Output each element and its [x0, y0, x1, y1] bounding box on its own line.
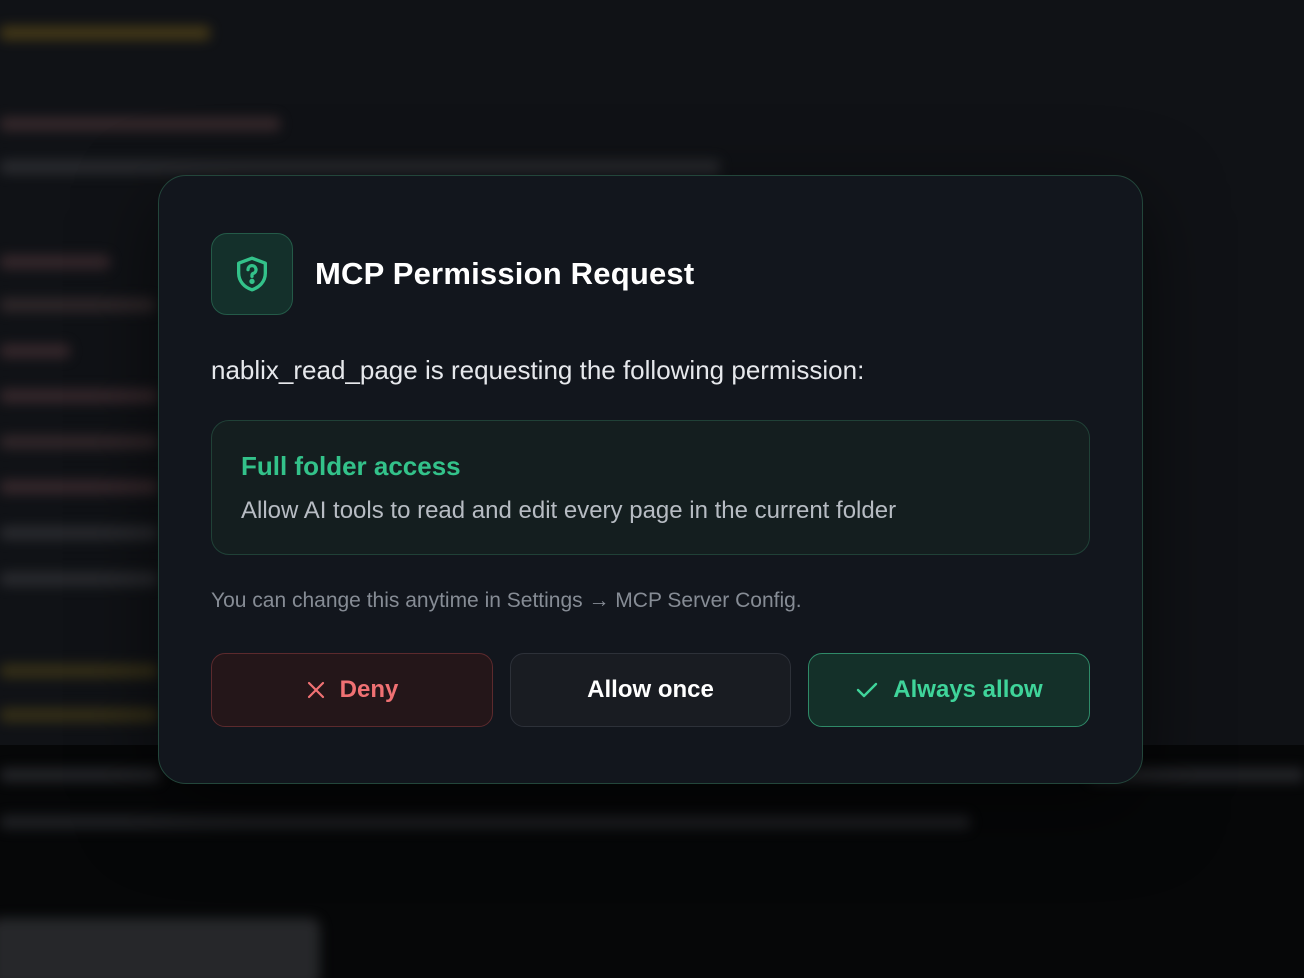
- permission-description: Allow AI tools to read and edit every pa…: [241, 497, 897, 524]
- always-allow-button[interactable]: Always allow: [808, 653, 1090, 727]
- permission-dialog: MCP Permission Request nablix_read_page …: [158, 175, 1143, 784]
- deny-button[interactable]: Deny: [211, 653, 493, 727]
- permission-card: Full folder access Allow AI tools to rea…: [211, 420, 1090, 555]
- settings-hint: You can change this anytime in Settings …: [211, 589, 802, 612]
- permission-title: Full folder access: [241, 451, 461, 481]
- deny-button-label: Deny: [339, 676, 399, 703]
- dialog-header: MCP Permission Request: [211, 233, 694, 315]
- always-allow-button-label: Always allow: [893, 676, 1043, 703]
- allow-once-button[interactable]: Allow once: [510, 653, 791, 727]
- shield-question-icon: [211, 233, 293, 315]
- dialog-actions: Deny Allow once Always allow: [211, 653, 1090, 727]
- dialog-title: MCP Permission Request: [315, 256, 695, 291]
- close-icon: [306, 680, 326, 700]
- request-description: nablix_read_page is requesting the follo…: [211, 355, 865, 385]
- check-icon: [855, 680, 879, 700]
- allow-once-button-label: Allow once: [587, 676, 714, 703]
